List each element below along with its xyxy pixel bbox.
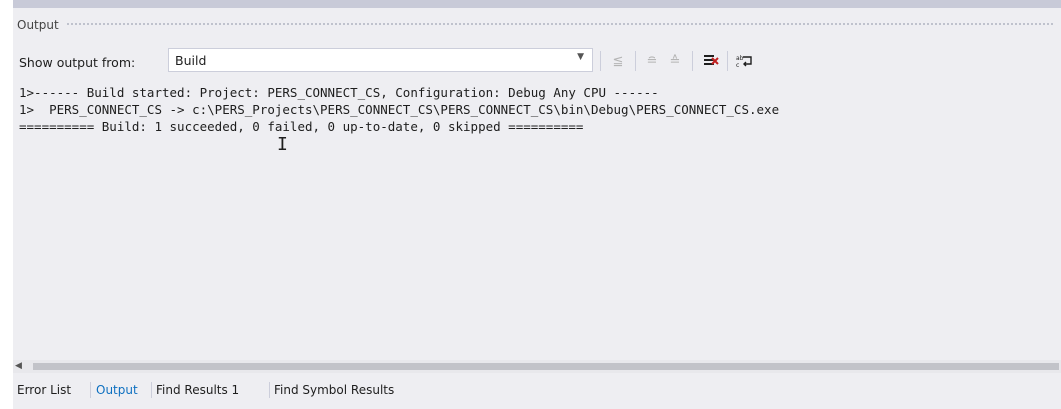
scroll-left-icon[interactable]: ◀: [15, 360, 22, 373]
tab-error-list[interactable]: Error List: [17, 380, 71, 400]
chevron-down-icon[interactable]: ▼: [577, 52, 584, 62]
toolbar-separator: [727, 51, 728, 71]
tab-separator: [151, 382, 152, 398]
clear-all-glyph: [704, 55, 719, 65]
tab-find-results-1[interactable]: Find Results 1: [156, 380, 239, 400]
toolbar-separator: [692, 51, 693, 71]
output-text-area[interactable]: 1>------ Build started: Project: PERS_CO…: [13, 82, 1061, 356]
svg-text:c: c: [736, 62, 739, 68]
word-wrap-glyph: ab c: [736, 55, 752, 68]
output-toolbar: Show output from: Build ▼ ≦ ≘ ≙ ab c: [13, 42, 1061, 82]
find-previous-icon[interactable]: ≘: [641, 50, 663, 72]
toggle-word-wrap-icon[interactable]: ab c: [734, 50, 756, 72]
window-top-border: [13, 0, 1061, 8]
output-title-bar[interactable]: Output: [13, 8, 1061, 42]
show-output-from-label: Show output from:: [19, 55, 136, 70]
output-window: Output Show output from: Build ▼ ≦ ≘ ≙ a…: [13, 0, 1061, 409]
tab-find-symbol-results[interactable]: Find Symbol Results: [274, 380, 394, 400]
toolbar-separator: [635, 51, 636, 71]
text-cursor-icon: I: [277, 134, 288, 155]
output-line: ========== Build: 1 succeeded, 0 failed,…: [19, 119, 584, 134]
tool-window-tabs: Error List Output Find Results 1 Find Sy…: [13, 376, 1061, 404]
tab-separator: [90, 382, 91, 398]
tab-separator: [269, 382, 270, 398]
output-line: 1> PERS_CONNECT_CS -> c:\PERS_Projects\P…: [19, 102, 780, 117]
output-source-dropdown[interactable]: Build ▼: [168, 48, 593, 72]
title-bar-grip[interactable]: [66, 22, 1055, 27]
go-to-previous-message-icon[interactable]: ≦: [607, 50, 629, 72]
clear-all-icon[interactable]: [700, 50, 722, 72]
output-source-value: Build: [175, 53, 207, 68]
find-next-icon[interactable]: ≙: [664, 50, 686, 72]
toolbar-separator: [600, 51, 601, 71]
svg-text:ab: ab: [736, 55, 744, 62]
panel-title: Output: [17, 18, 59, 32]
scrollbar-thumb[interactable]: [33, 363, 1059, 370]
tab-output[interactable]: Output: [96, 380, 138, 400]
output-line: 1>------ Build started: Project: PERS_CO…: [19, 85, 659, 100]
horizontal-scrollbar[interactable]: ◀: [13, 360, 1061, 373]
